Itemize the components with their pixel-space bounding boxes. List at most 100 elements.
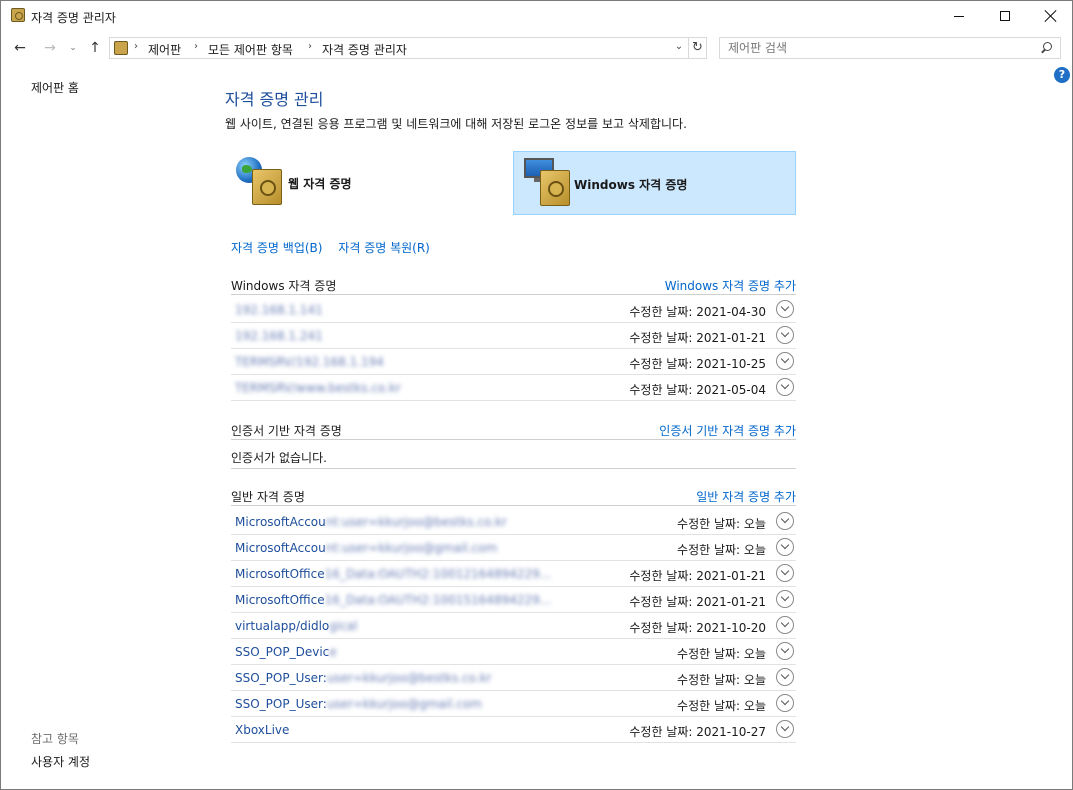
vault-icon (252, 169, 282, 205)
expand-chevron-icon[interactable] (776, 564, 794, 582)
minimize-icon (954, 15, 964, 17)
credential-name-text: SSO_POP_User: (235, 697, 327, 711)
search-box[interactable] (719, 37, 1061, 59)
credential-name-masked: user=kkurjoo@gmail.com (326, 697, 482, 711)
modified-date: 수정한 날짜: 2021-10-20 (629, 621, 766, 635)
maximize-button[interactable] (982, 1, 1028, 31)
credential-name[interactable]: SSO_POP_Device (235, 645, 337, 659)
back-arrow-icon[interactable]: ← (11, 39, 29, 57)
credential-name[interactable]: virtualapp/didlogical (235, 619, 358, 633)
credential-row[interactable]: virtualapp/didlogical 수정한 날짜: 2021-10-20 (231, 613, 796, 639)
credential-row[interactable]: MicrosoftAccount:user=kkurjoo@gmail.com 수… (231, 535, 796, 561)
credential-name[interactable]: TERMSRV/www.bestks.co.kr (235, 381, 401, 395)
credential-name[interactable]: 192.168.1.241 (235, 329, 323, 343)
section-heading: Windows 자격 증명 (231, 279, 337, 293)
credential-name-masked: TERMSRV/www.bestks.co.kr (235, 381, 401, 395)
windows-credentials-tile[interactable]: Windows 자격 증명 (513, 151, 796, 215)
expand-chevron-icon[interactable] (776, 326, 794, 344)
expand-chevron-icon[interactable] (776, 590, 794, 608)
credential-name-masked: 192.168.1.141 (235, 303, 323, 317)
up-arrow-icon[interactable]: ↑ (87, 39, 103, 57)
backup-restore-links: 자격 증명 백업(B) 자격 증명 복원(R) (231, 239, 430, 256)
breadcrumb-separator-icon[interactable]: › (194, 41, 198, 52)
credential-name[interactable]: XboxLive (235, 723, 289, 737)
forward-arrow-icon[interactable]: → (41, 39, 59, 57)
credential-row[interactable]: MicrosoftOffice16_Data:OAUTH2:1001216489… (231, 561, 796, 587)
modified-date: 수정한 날짜: 2021-01-21 (629, 331, 766, 345)
minimize-button[interactable] (936, 1, 982, 31)
credential-row[interactable]: TERMSRV/192.168.1.194 수정한 날짜: 2021-10-25 (231, 349, 796, 375)
modified-date: 수정한 날짜: 2021-01-21 (629, 569, 766, 583)
credential-name[interactable]: 192.168.1.141 (235, 303, 323, 317)
credential-name[interactable]: MicrosoftOffice16_Data:OAUTH2:1001216489… (235, 567, 551, 581)
modified-date: 수정한 날짜: 오늘 (677, 517, 766, 531)
control-panel-icon (114, 41, 128, 55)
breadcrumb-separator-icon[interactable]: › (308, 41, 312, 52)
credential-name[interactable]: MicrosoftAccount:user=kkurjoo@gmail.com (235, 541, 497, 555)
help-icon[interactable]: ? (1054, 67, 1070, 83)
sidebar-user-accounts[interactable]: 사용자 계정 (31, 753, 90, 770)
credential-name[interactable]: TERMSRV/192.168.1.194 (235, 355, 384, 369)
expand-chevron-icon[interactable] (776, 512, 794, 530)
credential-row[interactable]: MicrosoftAccount:user=kkurjoo@bestks.co.… (231, 509, 796, 535)
breadcrumb-all-items[interactable]: 모든 제어판 항목 (208, 41, 293, 58)
credential-name[interactable]: MicrosoftAccount:user=kkurjoo@bestks.co.… (235, 515, 507, 529)
credential-row[interactable]: SSO_POP_Device 수정한 날짜: 오늘 (231, 639, 796, 665)
expand-chevron-icon[interactable] (776, 300, 794, 318)
restore-credentials-link[interactable]: 자격 증명 복원(R) (338, 241, 430, 255)
expand-chevron-icon[interactable] (776, 720, 794, 738)
add-certificate-credential-link[interactable]: 인증서 기반 자격 증명 추가 (659, 422, 796, 439)
credential-name[interactable]: SSO_POP_User:user=kkurjoo@bestks.co.kr (235, 671, 492, 685)
credential-name-masked: gical (329, 619, 358, 633)
address-dropdown-icon[interactable]: ⌄ (672, 41, 686, 52)
credential-row[interactable]: SSO_POP_User:user=kkurjoo@bestks.co.kr 수정… (231, 665, 796, 691)
expand-chevron-icon[interactable] (776, 378, 794, 396)
certificate-credentials-header: 인증서 기반 자격 증명 인증서 기반 자격 증명 추가 (231, 420, 796, 440)
refresh-icon[interactable]: ↻ (689, 37, 707, 59)
credential-name-text: virtualapp/didlo (235, 619, 330, 633)
credential-row[interactable]: 192.168.1.141 수정한 날짜: 2021-04-30 (231, 297, 796, 323)
credential-name-masked: nt:user=kkurjoo@gmail.com (325, 541, 498, 555)
credential-name-text: SSO_POP_Devic (235, 645, 330, 659)
recent-locations-chevron-icon[interactable]: ⌄ (67, 39, 79, 57)
expand-chevron-icon[interactable] (776, 352, 794, 370)
close-button[interactable] (1028, 1, 1073, 31)
credential-row[interactable]: 192.168.1.241 수정한 날짜: 2021-01-21 (231, 323, 796, 349)
credential-name-text: MicrosoftAccou (235, 541, 326, 555)
credential-name-masked: TERMSRV/192.168.1.194 (235, 355, 384, 369)
add-generic-credential-link[interactable]: 일반 자격 증명 추가 (696, 488, 796, 505)
expand-chevron-icon[interactable] (776, 694, 794, 712)
credential-name-masked: 192.168.1.241 (235, 329, 323, 343)
windows-credentials-label: Windows 자격 증명 (574, 178, 688, 192)
no-certificates-text: 인증서가 없습니다. (231, 451, 327, 465)
breadcrumb-credential-manager[interactable]: 자격 증명 관리자 (322, 41, 407, 58)
address-bar[interactable]: › 제어판 › 모든 제어판 항목 › 자격 증명 관리자 ⌄ (109, 37, 689, 59)
credential-name-text: MicrosoftOffice (235, 593, 325, 607)
credential-name[interactable]: MicrosoftOffice16_Data:OAUTH2:1001516489… (235, 593, 551, 607)
credential-name-text: XboxLive (235, 723, 290, 737)
modified-date: 수정한 날짜: 2021-10-27 (629, 725, 766, 739)
expand-chevron-icon[interactable] (776, 538, 794, 556)
credential-row[interactable]: SSO_POP_User:user=kkurjoo@gmail.com 수정한 날… (231, 691, 796, 717)
search-icon[interactable] (1040, 42, 1052, 54)
expand-chevron-icon[interactable] (776, 668, 794, 686)
credential-row[interactable]: TERMSRV/www.bestks.co.kr 수정한 날짜: 2021-05-… (231, 375, 796, 401)
credential-name-text: MicrosoftOffice (235, 567, 325, 581)
page-title: 자격 증명 관리 (225, 90, 324, 109)
windows-credentials-header: Windows 자격 증명 Windows 자격 증명 추가 (231, 275, 796, 295)
expand-chevron-icon[interactable] (776, 642, 794, 660)
backup-credentials-link[interactable]: 자격 증명 백업(B) (231, 241, 322, 255)
search-input[interactable] (728, 40, 1028, 56)
breadcrumb-control-panel[interactable]: 제어판 (148, 41, 181, 58)
web-credentials-tile[interactable]: 웹 자격 증명 (230, 151, 513, 215)
credential-name[interactable]: SSO_POP_User:user=kkurjoo@gmail.com (235, 697, 482, 711)
sidebar-control-panel-home[interactable]: 제어판 홈 (31, 79, 79, 96)
breadcrumb-separator-icon[interactable]: › (134, 41, 138, 52)
expand-chevron-icon[interactable] (776, 616, 794, 634)
credential-row[interactable]: XboxLive 수정한 날짜: 2021-10-27 (231, 717, 796, 743)
modified-date: 수정한 날짜: 오늘 (677, 543, 766, 557)
credential-row[interactable]: MicrosoftOffice16_Data:OAUTH2:1001516489… (231, 587, 796, 613)
credential-name-masked: user=kkurjoo@bestks.co.kr (326, 671, 492, 685)
add-windows-credential-link[interactable]: Windows 자격 증명 추가 (665, 277, 796, 294)
credential-name-text: MicrosoftAccou (235, 515, 326, 529)
